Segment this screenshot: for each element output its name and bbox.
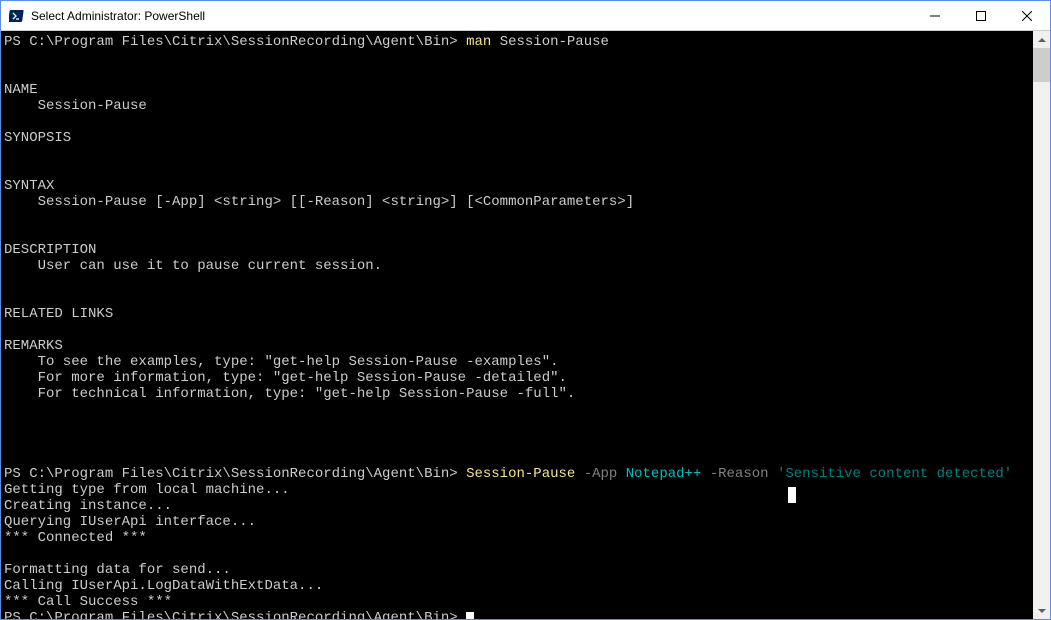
command-keyword: man	[466, 34, 491, 50]
man-text: User can use it to pause current session…	[4, 258, 382, 274]
selection-cursor-icon	[788, 487, 796, 503]
command-param: -App	[575, 466, 617, 482]
prompt-text: PS C:\Program Files\Citrix\SessionRecord…	[4, 610, 466, 619]
command-keyword: Session-Pause	[466, 466, 575, 482]
man-section-header: SYNTAX	[4, 178, 54, 194]
output-line: Getting type from local machine...	[4, 482, 290, 498]
man-text: For technical information, type: "get-he…	[4, 386, 575, 402]
man-text: To see the examples, type: "get-help Ses…	[4, 354, 559, 370]
scrollbar-track[interactable]	[1033, 48, 1050, 602]
man-section-header: RELATED LINKS	[4, 306, 113, 322]
man-text: Session-Pause	[4, 98, 147, 114]
scroll-down-button[interactable]	[1033, 602, 1050, 619]
command-param: -Reason	[701, 466, 768, 482]
man-section-header: SYNOPSIS	[4, 130, 71, 146]
output-line: Formatting data for send...	[4, 562, 231, 578]
output-line: *** Call Success ***	[4, 594, 172, 610]
content-wrap: PS C:\Program Files\Citrix\SessionRecord…	[1, 31, 1050, 619]
man-section-header: DESCRIPTION	[4, 242, 96, 258]
titlebar[interactable]: Select Administrator: PowerShell	[1, 1, 1050, 31]
cursor-icon	[466, 612, 474, 619]
output-line: Creating instance...	[4, 498, 172, 514]
command-arg: Session-Pause	[491, 34, 609, 50]
scroll-up-button[interactable]	[1033, 31, 1050, 48]
minimize-button[interactable]	[912, 1, 958, 31]
powershell-icon	[9, 8, 25, 24]
man-section-header: REMARKS	[4, 338, 63, 354]
window-title: Select Administrator: PowerShell	[31, 9, 912, 23]
output-line: *** Connected ***	[4, 530, 147, 546]
window-controls	[912, 1, 1050, 31]
maximize-button[interactable]	[958, 1, 1004, 31]
vertical-scrollbar[interactable]	[1033, 31, 1050, 619]
scrollbar-thumb[interactable]	[1033, 48, 1050, 82]
output-line: Calling IUserApi.LogDataWithExtData...	[4, 578, 323, 594]
terminal-output[interactable]: PS C:\Program Files\Citrix\SessionRecord…	[1, 31, 1033, 619]
command-string: 'Sensitive content detected'	[769, 466, 1013, 482]
man-text: Session-Pause [-App] <string> [[-Reason]…	[4, 194, 634, 210]
man-section-header: NAME	[4, 82, 38, 98]
output-line: Querying IUserApi interface...	[4, 514, 256, 530]
command-arg: Notepad++	[617, 466, 701, 482]
prompt-text: PS C:\Program Files\Citrix\SessionRecord…	[4, 466, 466, 482]
man-text: For more information, type: "get-help Se…	[4, 370, 567, 386]
prompt-text: PS C:\Program Files\Citrix\SessionRecord…	[4, 34, 466, 50]
close-button[interactable]	[1004, 1, 1050, 31]
